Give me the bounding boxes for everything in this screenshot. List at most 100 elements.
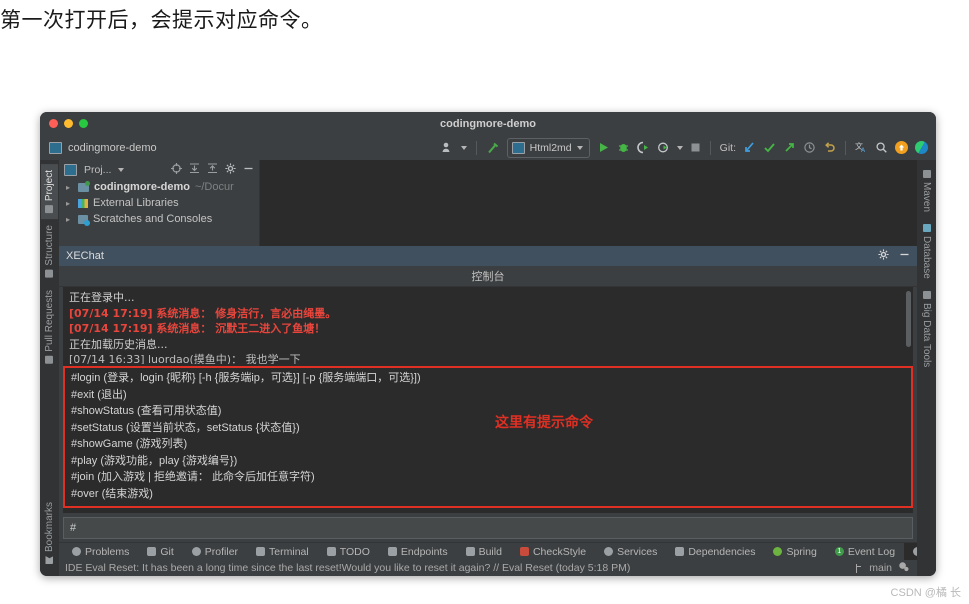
tool-window-build-label: Build: [478, 545, 502, 558]
rollback-icon[interactable]: [823, 141, 836, 154]
log-line: 正在加载历史消息...: [69, 337, 168, 351]
profiler-run-icon[interactable]: [657, 141, 670, 154]
xechat-tab-label[interactable]: XEChat: [66, 250, 104, 262]
checkstyle-icon: [519, 547, 529, 556]
tree-item-module[interactable]: ▸ codingmore-demo ~/Docur: [59, 179, 259, 195]
toolbar-divider-3: [845, 140, 846, 155]
git-push-icon[interactable]: [783, 141, 796, 154]
minimize-window-icon[interactable]: [64, 119, 73, 128]
profiler-caret-icon[interactable]: [676, 145, 683, 150]
status-message[interactable]: IDE Eval Reset: It has been a long time …: [65, 562, 630, 574]
chevron-right-icon[interactable]: ▸: [66, 199, 73, 208]
xechat-settings-gear-icon[interactable]: [878, 249, 889, 263]
collapse-all-icon[interactable]: [207, 162, 218, 177]
profile-caret-icon[interactable]: [460, 145, 467, 150]
tool-window-todo[interactable]: TODO: [318, 543, 379, 560]
profile-icon[interactable]: [441, 141, 454, 154]
maximize-window-icon[interactable]: [79, 119, 88, 128]
sidebar-item-maven[interactable]: Maven: [918, 164, 935, 218]
project-view-icon: [64, 163, 77, 176]
bookmarks-icon: [46, 556, 54, 564]
terminal-icon: [256, 547, 266, 556]
git-update-icon[interactable]: [743, 141, 756, 154]
tool-window-dependencies[interactable]: Dependencies: [666, 543, 764, 560]
project-panel-title[interactable]: Proj...: [84, 164, 111, 176]
chevron-right-icon[interactable]: ▸: [66, 183, 73, 192]
tool-window-spring-label: Spring: [786, 545, 817, 558]
git-commit-icon[interactable]: [763, 141, 776, 154]
hide-panel-icon[interactable]: [243, 163, 254, 177]
sidebar-item-big-data-tools[interactable]: Big Data Tools: [918, 285, 935, 373]
debug-icon[interactable]: [617, 141, 630, 154]
scratches-icon: [78, 214, 90, 226]
status-bar: IDE Eval Reset: It has been a long time …: [59, 560, 917, 576]
tool-window-event-log-label: Event Log: [847, 545, 896, 558]
sidebar-item-pull-requests[interactable]: Pull Requests: [41, 284, 58, 370]
tool-window-problems[interactable]: Problems: [63, 543, 138, 560]
sidebar-item-structure-label: Structure: [44, 225, 55, 266]
tool-window-event-log[interactable]: 1 Event Log: [826, 543, 904, 560]
tree-item-module-path: ~/Docur: [194, 181, 234, 193]
sidebar-item-big-data-tools-label: Big Data Tools: [921, 302, 932, 368]
chevron-right-icon[interactable]: ▸: [66, 215, 73, 224]
project-view-caret-icon[interactable]: [118, 167, 125, 172]
tool-window-build[interactable]: Build: [457, 543, 511, 560]
project-panel: Proj... ▸ codingmore-demo ~/Docur ▸ Exte…: [59, 160, 260, 246]
toolbar-actions: Html2md Git: 文 A: [441, 137, 928, 158]
xechat-hide-icon[interactable]: [899, 249, 910, 263]
tree-item-scratches[interactable]: ▸ Scratches and Consoles: [59, 211, 259, 227]
sidebar-item-project[interactable]: Project: [41, 164, 58, 220]
tool-window-spring[interactable]: Spring: [764, 543, 825, 560]
spring-icon: [773, 547, 783, 556]
run-configuration-selector[interactable]: Html2md: [506, 137, 590, 158]
chat-input[interactable]: #: [63, 517, 913, 539]
maven-icon: [922, 170, 931, 178]
update-badge-icon[interactable]: [895, 141, 908, 154]
sidebar-item-bookmarks[interactable]: Bookmarks: [41, 496, 58, 570]
console-log[interactable]: 正在登录中... [07/14 17:19] 系统消息： 修身洁行，言必由绳墨。…: [63, 287, 913, 364]
status-branch-label[interactable]: main: [869, 562, 892, 574]
ide-body: Project Structure Pull Requests Bookmark…: [40, 160, 936, 576]
tool-window-endpoints[interactable]: Endpoints: [379, 543, 457, 560]
console-scroll-area: 正在登录中... [07/14 17:19] 系统消息： 修身洁行，言必由绳墨。…: [63, 287, 913, 513]
project-icon: [49, 141, 62, 154]
stop-icon[interactable]: [690, 142, 701, 153]
coverage-icon[interactable]: [636, 141, 650, 154]
locate-icon[interactable]: [171, 162, 182, 177]
database-icon: [922, 224, 931, 233]
tool-window-checkstyle-label: CheckStyle: [532, 545, 587, 558]
project-panel-header: Proj...: [59, 160, 259, 179]
project-folder-icon: [45, 205, 54, 214]
window-controls[interactable]: [49, 119, 88, 128]
settings-gear-icon[interactable]: [225, 162, 236, 177]
close-window-icon[interactable]: [49, 119, 58, 128]
project-tree-area: Proj... ▸ codingmore-demo ~/Docur ▸ Exte…: [59, 160, 917, 246]
event-log-icon: 1: [834, 547, 844, 556]
run-icon[interactable]: [597, 141, 610, 154]
translate-icon[interactable]: 文A: [855, 141, 868, 154]
chat-input-value: #: [70, 522, 77, 534]
toolbar-divider-2: [709, 140, 711, 155]
tool-window-checkstyle[interactable]: CheckStyle: [511, 543, 595, 560]
notification-bell-icon[interactable]: [898, 561, 909, 575]
tool-window-terminal[interactable]: Terminal: [247, 543, 318, 560]
search-icon[interactable]: [875, 141, 888, 154]
expand-all-icon[interactable]: [189, 162, 200, 177]
tool-window-git[interactable]: Git: [138, 543, 182, 560]
tree-item-external-libraries[interactable]: ▸ External Libraries: [59, 195, 259, 211]
console-scrollbar[interactable]: [906, 291, 911, 347]
hammer-icon[interactable]: [486, 141, 500, 155]
pull-requests-icon: [45, 355, 54, 364]
editor-area[interactable]: [260, 160, 917, 246]
sidebar-item-bookmarks-label: Bookmarks: [44, 501, 55, 552]
plugin-logo-icon[interactable]: [915, 141, 928, 154]
sidebar-item-database[interactable]: Database: [918, 218, 935, 285]
history-icon[interactable]: [803, 141, 816, 154]
tool-window-services[interactable]: Services: [595, 543, 666, 560]
project-chip[interactable]: codingmore-demo: [49, 141, 157, 154]
git-label: Git:: [719, 141, 736, 154]
big-data-tools-icon: [922, 290, 931, 299]
tool-window-profiler[interactable]: Profiler: [183, 543, 247, 560]
sidebar-item-structure[interactable]: Structure: [41, 219, 58, 284]
tool-window-services-label: Services: [617, 545, 658, 558]
